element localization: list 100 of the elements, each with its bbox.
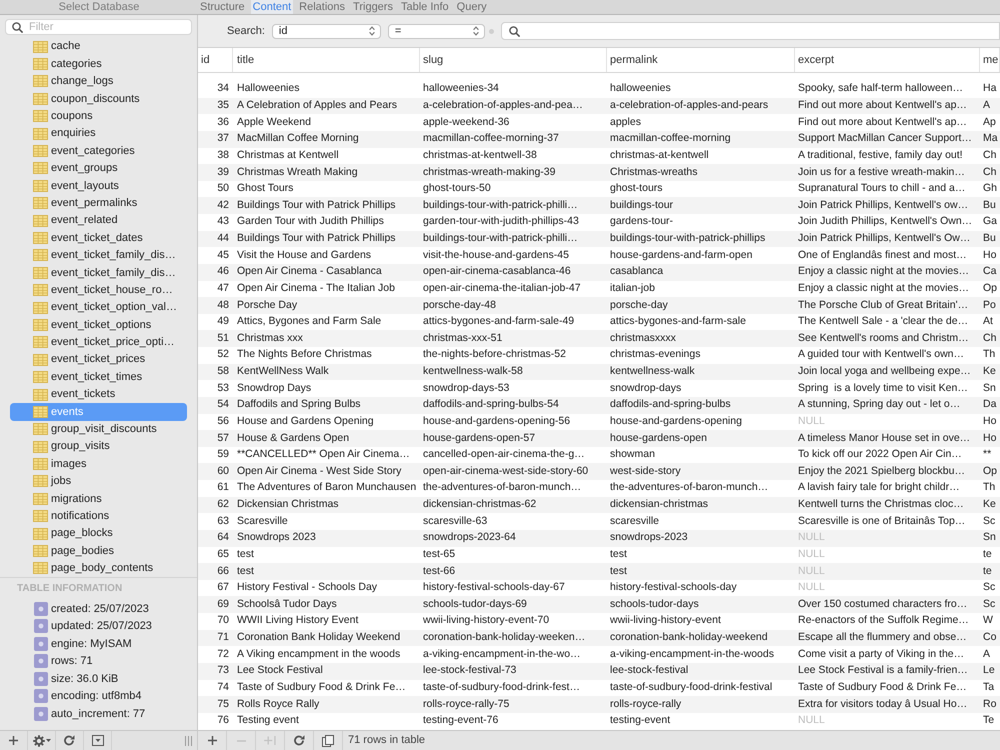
resize-grip-icon[interactable] (185, 736, 192, 746)
table-cell-text: 46 (216, 264, 230, 280)
table-row[interactable]: 67 History Festival - Schools Day history-festival-schools-day-67 history-festival-schools-day NULL Sc (198, 580, 1000, 596)
table-list-item[interactable]: coupons (10, 108, 187, 125)
table-cell-text: Sn (982, 530, 997, 546)
info-icon (34, 602, 48, 616)
table-cell-text: christmasxxxx (609, 330, 677, 346)
table-row[interactable]: 48 Porsche Day porsche-day-48 porsche-day The Porsche Club of Great Britain'… Po (198, 297, 1000, 314)
table-list-item[interactable]: notifications (10, 508, 187, 525)
column-header[interactable]: excerpt (795, 48, 980, 72)
table-cell-text: the-adventures-of-baron-munch… (422, 480, 582, 496)
table-cell-text: Garden Tour with Judith Phillips (236, 214, 385, 230)
table-list-item[interactable]: event_tickets (10, 386, 187, 404)
table-row[interactable]: 69 Schoolsâ Tudor Days schools-tudor-days-69 schools-tudor-days Over 150 costumed characters fro… Sc (198, 596, 1000, 613)
table-list-item[interactable]: page_blocks (10, 524, 187, 542)
table-list-item[interactable]: page_body_contents (10, 560, 187, 578)
table-cell-text: Spooky, safe half-term halloween… (797, 81, 964, 96)
table-list-item[interactable]: event_ticket_family_dis… (10, 246, 187, 264)
table-list-item[interactable]: event_ticket_house_ro… (10, 281, 187, 299)
table-cell-text: buildings-tour-with-patrick-phillips (609, 231, 766, 246)
table-cell-text: scaresville (609, 514, 660, 529)
table-list-item[interactable]: group_visits (10, 438, 187, 456)
table-cell-text: apple-weekend-36 (422, 114, 510, 130)
column-select[interactable]: id (272, 24, 381, 38)
table-row[interactable]: 35 A Celebration of Apples and Pears a-celebration-of-apples-and-pea… a-celebration-of-apples-and-pears Find out more about Kentwell's ap… A (198, 98, 1000, 114)
table-list-item[interactable]: images (10, 455, 187, 473)
table-cell-text: Christmas xxx (236, 330, 304, 346)
table-row[interactable]: 42 Buildings Tour with Patrick Phillips buildings-tour-with-patrick-philli… buildings-tour Join Patrick Phillips, Kentwell's ow… Bu (198, 197, 1000, 214)
column-header[interactable]: id (198, 48, 233, 72)
table-cell-text: Christmas at Kentwell (236, 148, 340, 163)
table-cell-text: Te (982, 713, 996, 728)
table-cell-text: 75 (216, 696, 230, 712)
table-list-item[interactable]: event_permalinks (10, 194, 187, 212)
table-row[interactable]: 73 Lee Stock Festival lee-stock-festival-73 lee-stock-festival Lee Stock Festival is a family-frien… Le (198, 662, 1000, 680)
table-cell-text: A Viking encampment in the woods (236, 646, 402, 662)
table-row[interactable]: 59 **CANCELLED** Open Air Cinema… cancelled-open-air-cinema-the-g… showman To kick off our 2022 Open Air Cin… ** (198, 446, 1000, 464)
table-row[interactable]: 60 Open Air Cinema - West Side Story open-air-cinema-west-side-story-60 west-side-story Enjoy the 2021 Spielberg blockbu… Op (198, 463, 1000, 480)
table-list-item[interactable]: event_ticket_family_dis… (10, 264, 187, 282)
table-list-item[interactable]: migrations (10, 490, 187, 508)
table-cell-text: rolls-royce-rally-75 (422, 696, 510, 712)
table-row[interactable]: 37 MacMillan Coffee Morning macmillan-coffee-morning-37 macmillan-coffee-morning Support MacMillan Cancer Support… Ma (198, 130, 1000, 148)
table-list-item[interactable]: event_ticket_price_opti… (10, 334, 187, 352)
dot-icon (488, 28, 494, 34)
table-cell-text: WWII Living History Event (236, 613, 360, 628)
table-cell-text: Join Patrick Phillips, Kentwell's Ow… (797, 231, 972, 246)
table-icon (33, 528, 48, 540)
table-list-item[interactable]: event_ticket_dates (10, 229, 187, 247)
table-row[interactable]: 54 Daffodils and Spring Bulbs daffodils-and-spring-bulbs-54 daffodils-and-spring-bulbs A stunning, Spring day out - let o… Da (198, 396, 1000, 414)
table-list-item[interactable]: enquiries (10, 124, 187, 142)
table-cell-text: A guided tour with Kentwell's own… (797, 347, 966, 362)
filter-field[interactable]: Filter (5, 19, 192, 35)
table-cell-text: Sc (982, 514, 996, 529)
table-cell-text: 74 (216, 680, 230, 695)
column-header[interactable]: title (233, 48, 420, 72)
table-cell-text: Ma (982, 131, 999, 146)
tab[interactable]: Structure (198, 0, 247, 14)
table-cell-text: te (982, 546, 993, 562)
table-list-item[interactable]: cache (10, 38, 187, 56)
table-list-item[interactable]: event_groups (10, 160, 187, 178)
table-cell-text: te (982, 564, 993, 579)
tab[interactable]: Query (454, 0, 489, 14)
table-cell-text: christmas-xxx-51 (422, 330, 504, 346)
table-row[interactable]: 71 Coronation Bank Holiday Weekend coronation-bank-holiday-weeken… coronation-bank-holiday-weekend Escape all the flummery and obse… Co (198, 630, 1000, 646)
table-list-item[interactable]: event_ticket_option_val… (10, 298, 187, 316)
tab[interactable]: Table Info (398, 0, 451, 14)
table-cell-text: Da (982, 397, 998, 412)
column-header[interactable]: me (980, 48, 1000, 72)
table-cell-text: 37 (216, 131, 230, 146)
table-list-item[interactable]: categories (10, 55, 187, 73)
table-row[interactable]: 49 Attics, Bygones and Farm Sale attics-bygones-and-farm-sale-49 attics-bygones-and-farm-sale The Kentwell Sale - a 'clear the de… At (198, 314, 1000, 330)
table-list-item[interactable]: event_ticket_options (10, 316, 187, 334)
column-header[interactable]: permalink (607, 48, 795, 72)
table-icon (33, 510, 48, 522)
table-row[interactable]: 62 Dickensian Christmas dickensian-christmas-62 dickensian-christmas Kentwell turns the Christmas cloc… Ke (198, 496, 1000, 514)
table-cell-text: Ho (982, 248, 998, 263)
table-list-item[interactable]: event_ticket_prices (10, 351, 187, 368)
table-cell-text: Le (982, 663, 996, 678)
table-list-item[interactable]: event_ticket_times (10, 368, 187, 386)
table-row[interactable]: 58 KentWellNess Walk kentwellness-walk-58 kentwellness-walk Join local yoga and wellbeing expe… Ke (198, 364, 1000, 380)
tab[interactable]: Relations (297, 0, 348, 14)
table-row[interactable]: 50 Ghost Tours ghost-tours-50 ghost-tours Supranatural Tours to chill - and a… Gh (198, 180, 1000, 198)
table-row[interactable]: 57 House & Gardens Open house-gardens-open-57 house-gardens-open A timeless Manor House set in ove… Ho (198, 430, 1000, 447)
table-row[interactable]: 46 Open Air Cinema - Casablanca open-air-cinema-casablanca-46 casablanca Enjoy a classic night at the movies… Ca (198, 264, 1000, 280)
table-list-item[interactable]: event_categories (10, 142, 187, 160)
table-list-item[interactable]: jobs (10, 472, 187, 490)
table-cell-text: Ch (982, 148, 998, 163)
table-list-item[interactable]: event_related (10, 212, 187, 230)
operator-select[interactable]: = (388, 24, 485, 38)
tab[interactable]: Triggers (351, 0, 395, 14)
table-list-item[interactable]: change_logs (10, 72, 187, 90)
table-list-item[interactable]: event_layouts (10, 177, 187, 195)
table-row[interactable]: 75 Rolls Royce Rally rolls-royce-rally-75 rolls-royce-rally Extra for visitors today â Usual Ho… Ro (198, 696, 1000, 713)
search-field[interactable] (500, 22, 1000, 40)
table-row[interactable]: 51 Christmas xxx christmas-xxx-51 christmasxxxx See Kentwell's rooms and Christm… Ch (198, 330, 1000, 347)
table-list-item[interactable]: coupon_discounts (10, 90, 187, 108)
table-list-item[interactable]: page_bodies (10, 542, 187, 560)
table-row[interactable]: 39 Christmas Wreath Making christmas-wreath-making-39 Christmas-wreaths Join us for a festive wreath-makin… Ch (198, 164, 1000, 181)
table-list-item[interactable]: group_visit_discounts (10, 420, 187, 438)
column-header[interactable]: slug (420, 48, 607, 72)
table-row[interactable]: 44 Buildings Tour with Patrick Phillips buildings-tour-with-patrick-philli… buildings-tour-with-patrick-phillips Join Patrick Phillips, Kentwell's Ow… Bu (198, 230, 1000, 248)
